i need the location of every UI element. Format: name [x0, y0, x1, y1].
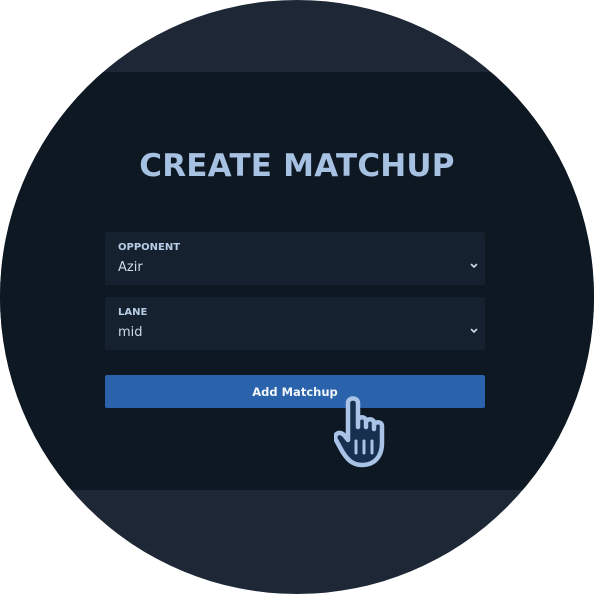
hand-pointer-icon	[334, 396, 385, 468]
lane-label: LANE	[118, 307, 148, 318]
lane-select[interactable]: LANE mid	[105, 297, 485, 350]
viewport-circle: CREATE MATCHUP OPPONENT Azir LANE mid Ad…	[0, 0, 594, 594]
chevron-down-icon	[470, 328, 478, 333]
opponent-value: Azir	[118, 260, 143, 275]
add-matchup-button[interactable]: Add Matchup	[105, 375, 485, 408]
page-title: CREATE MATCHUP	[139, 148, 455, 184]
chevron-down-icon	[470, 263, 478, 268]
lane-value: mid	[118, 325, 143, 340]
opponent-select[interactable]: OPPONENT Azir	[105, 232, 485, 285]
opponent-label: OPPONENT	[118, 242, 181, 253]
